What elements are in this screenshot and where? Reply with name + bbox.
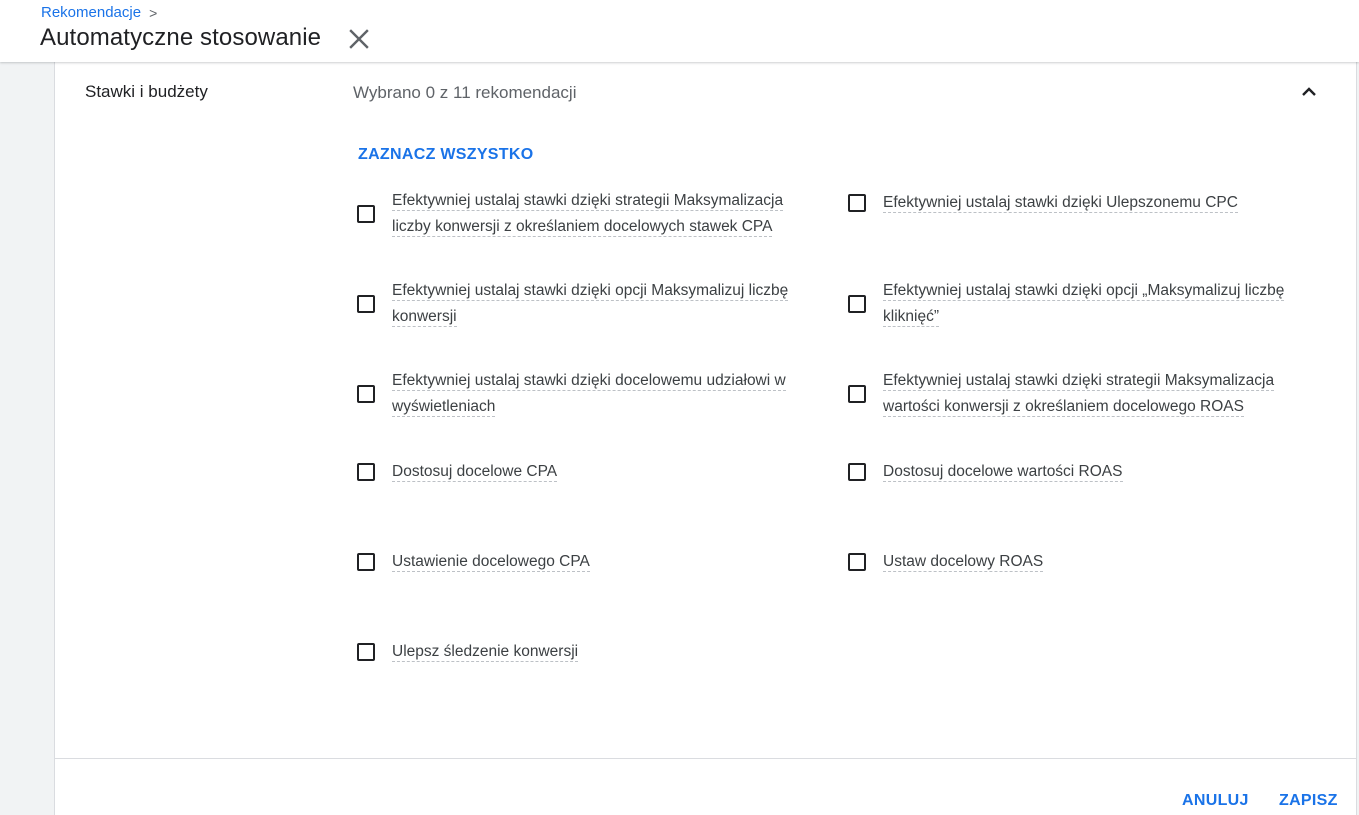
option-item[interactable]: Ulepsz śledzenie konwersji: [357, 639, 807, 665]
option-item[interactable]: Efektywniej ustalaj stawki dzięki docelo…: [357, 368, 807, 420]
option-checkbox[interactable]: [357, 553, 375, 571]
page-header: Rekomendacje > Automatyczne stosowanie: [0, 0, 1359, 62]
option-item[interactable]: Efektywniej ustalaj stawki dzięki opcji …: [357, 278, 807, 330]
option-checkbox[interactable]: [848, 295, 866, 313]
option-label: Efektywniej ustalaj stawki dzięki docelo…: [392, 372, 786, 417]
option-checkbox[interactable]: [357, 205, 375, 223]
footer-divider: [55, 758, 1356, 759]
option-label: Dostosuj docelowe CPA: [392, 463, 558, 482]
left-gutter: [0, 62, 55, 815]
breadcrumb: Rekomendacje >: [41, 4, 157, 21]
collapse-button[interactable]: [1297, 80, 1321, 104]
breadcrumb-separator: >: [149, 4, 158, 21]
option-label: Ulepsz śledzenie konwersji: [392, 643, 579, 662]
option-item[interactable]: Dostosuj docelowe wartości ROAS: [848, 459, 1298, 485]
option-label: Dostosuj docelowe wartości ROAS: [883, 463, 1123, 482]
close-button[interactable]: [346, 26, 372, 52]
breadcrumb-link-recommendations[interactable]: Rekomendacje: [41, 4, 141, 21]
option-label: Ustawienie docelowego CPA: [392, 553, 590, 572]
option-checkbox[interactable]: [848, 194, 866, 212]
select-all-button[interactable]: ZAZNACZ WSZYSTKO: [358, 146, 533, 164]
option-checkbox[interactable]: [848, 385, 866, 403]
selected-count: Wybrano 0 z 11 rekomendacji: [353, 83, 577, 102]
option-item[interactable]: Efektywniej ustalaj stawki dzięki Ulepsz…: [848, 190, 1298, 216]
option-label: Efektywniej ustalaj stawki dzięki strate…: [392, 192, 784, 237]
bids-budgets-panel: Stawki i budżety Wybrano 0 z 11 rekomend…: [55, 62, 1356, 815]
option-checkbox[interactable]: [357, 385, 375, 403]
option-label: Efektywniej ustalaj stawki dzięki strate…: [883, 372, 1275, 417]
option-checkbox[interactable]: [357, 295, 375, 313]
close-icon: [349, 29, 369, 49]
option-checkbox[interactable]: [848, 553, 866, 571]
option-item[interactable]: Ustaw docelowy ROAS: [848, 549, 1298, 575]
cancel-button[interactable]: ANULUJ: [1182, 792, 1249, 810]
option-label: Efektywniej ustalaj stawki dzięki opcji …: [883, 282, 1285, 327]
option-item[interactable]: Efektywniej ustalaj stawki dzięki strate…: [848, 368, 1298, 420]
option-checkbox[interactable]: [357, 643, 375, 661]
section-title: Stawki i budżety: [85, 82, 208, 101]
save-button[interactable]: ZAPISZ: [1279, 792, 1338, 810]
option-checkbox[interactable]: [357, 463, 375, 481]
option-label: Ustaw docelowy ROAS: [883, 553, 1044, 572]
chevron-up-icon: [1302, 87, 1316, 96]
option-item[interactable]: Ustawienie docelowego CPA: [357, 549, 807, 575]
option-label: Efektywniej ustalaj stawki dzięki Ulepsz…: [883, 194, 1238, 213]
option-item[interactable]: Efektywniej ustalaj stawki dzięki strate…: [357, 188, 807, 240]
option-item[interactable]: Dostosuj docelowe CPA: [357, 459, 807, 485]
option-item[interactable]: Efektywniej ustalaj stawki dzięki opcji …: [848, 278, 1298, 330]
page-title: Automatyczne stosowanie: [40, 24, 322, 51]
option-checkbox[interactable]: [848, 463, 866, 481]
option-label: Efektywniej ustalaj stawki dzięki opcji …: [392, 282, 789, 327]
